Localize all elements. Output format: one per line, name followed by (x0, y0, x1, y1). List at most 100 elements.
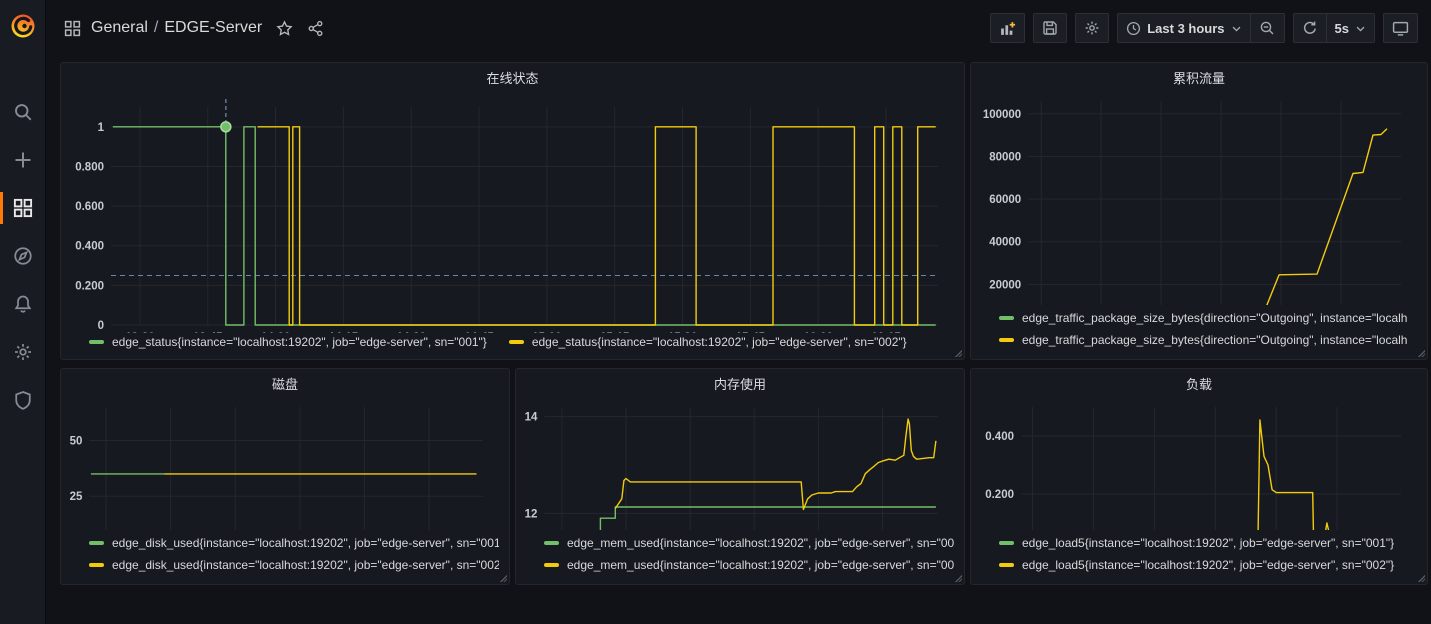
grafana-logo-icon (8, 11, 38, 41)
panel-traffic: 累积流量 13:3014:0014:3015:0015:3016:0002000… (970, 62, 1428, 360)
panel-title[interactable]: 累积流量 (971, 63, 1427, 91)
legend-item[interactable]: edge_status{instance="localhost:19202", … (509, 335, 907, 349)
online-status-chart[interactable]: 13:3013:4514:0014:1514:3014:4515:0015:15… (61, 91, 964, 333)
share-dashboard-button[interactable] (307, 20, 324, 37)
grid-lines (1028, 101, 1401, 305)
grid-lines (544, 407, 938, 530)
legend-item[interactable]: edge_disk_used{instance="localhost:19202… (89, 532, 499, 554)
sidebar-item-search[interactable] (0, 88, 45, 136)
star-dashboard-button[interactable] (276, 20, 293, 37)
panel-legend: edge_disk_used{instance="localhost:19202… (61, 530, 509, 584)
legend-series-name: edge_disk_used{instance="localhost:19202… (112, 558, 499, 572)
share-icon (307, 20, 324, 37)
panel-title[interactable]: 内存使用 (516, 369, 964, 397)
svg-text:0.400: 0.400 (985, 431, 1014, 443)
legend-item[interactable]: edge_mem_used{instance="localhost:19202"… (544, 554, 954, 576)
add-panel-button[interactable] (990, 13, 1025, 43)
refresh-interval-label: 5s (1335, 21, 1349, 36)
svg-text:40000: 40000 (989, 237, 1021, 249)
legend-series-name: edge_mem_used{instance="localhost:19202"… (567, 558, 954, 572)
panel-resize-handle[interactable] (1417, 574, 1425, 582)
panel-resize-handle[interactable] (1417, 349, 1425, 357)
zoom-out-icon (1259, 20, 1275, 36)
svg-text:14: 14 (525, 412, 538, 424)
y-axis-labels: 02550 (70, 435, 83, 530)
time-picker-button[interactable]: Last 3 hours (1117, 13, 1250, 43)
apps-grid-icon (64, 20, 81, 37)
sidebar-item-explore[interactable] (0, 232, 45, 280)
refresh-icon (1302, 20, 1318, 36)
panel-legend: edge_traffic_package_size_bytes{directio… (971, 305, 1427, 359)
svg-text:15:30: 15:30 (668, 332, 697, 333)
sidebar-item-alerting[interactable] (0, 280, 45, 328)
panel-resize-handle[interactable] (954, 574, 962, 582)
refresh-interval-dropdown[interactable]: 5s (1327, 13, 1375, 43)
legend-series-name: edge_load5{instance="localhost:19202", j… (1022, 558, 1394, 572)
star-icon (276, 20, 293, 37)
breadcrumb-separator: / (148, 19, 164, 36)
svg-text:14:15: 14:15 (329, 332, 359, 333)
zoom-out-button[interactable] (1251, 13, 1285, 43)
traffic-plot[interactable]: 13:3014:0014:3015:0015:3016:000200004000… (971, 91, 1427, 305)
svg-text:15:00: 15:00 (532, 332, 561, 333)
sidebar-item-create[interactable] (0, 136, 45, 184)
breadcrumb-dashboard[interactable]: EDGE-Server (164, 19, 262, 36)
search-icon (13, 102, 33, 122)
svg-text:0.800: 0.800 (75, 161, 104, 173)
panel-title[interactable]: 负载 (971, 369, 1427, 397)
disk-plot[interactable]: 13:3014:0014:3015:0015:3016:0002550 (61, 397, 509, 530)
legend-series-name: edge_traffic_package_size_bytes{directio… (1022, 311, 1407, 325)
svg-text:0: 0 (98, 320, 104, 332)
grafana-logo[interactable] (0, 0, 46, 52)
legend-item[interactable]: edge_mem_used{instance="localhost:19202"… (544, 532, 954, 554)
save-dashboard-button[interactable] (1033, 13, 1067, 43)
add-panel-icon (999, 20, 1016, 37)
disk-chart[interactable]: 13:3014:0014:3015:0015:3016:0002550 (61, 397, 509, 530)
legend-series-name: edge_load5{instance="localhost:19202", j… (1022, 536, 1394, 550)
time-range-label: Last 3 hours (1147, 21, 1224, 36)
legend-series-name: edge_traffic_package_size_bytes{directio… (1022, 333, 1407, 347)
sidebar-item-server-admin[interactable] (0, 376, 45, 424)
panel-legend: edge_mem_used{instance="localhost:19202"… (516, 530, 964, 584)
legend-series-color (999, 338, 1014, 342)
legend-item[interactable]: edge_load5{instance="localhost:19202", j… (999, 532, 1417, 554)
traffic-chart[interactable]: 13:3014:0014:3015:0015:3016:000200004000… (971, 91, 1427, 305)
online-status-plot[interactable]: 13:3013:4514:0014:1514:3014:4515:0015:15… (61, 91, 964, 333)
refresh-button[interactable] (1293, 13, 1327, 43)
panel-disk: 磁盘 13:3014:0014:3015:0015:3016:0002550 e… (60, 368, 510, 585)
legend-series-name: edge_mem_used{instance="localhost:19202"… (567, 536, 954, 550)
svg-text:16:15: 16:15 (871, 332, 901, 333)
sidebar-item-configuration[interactable] (0, 328, 45, 376)
svg-text:15:45: 15:45 (736, 332, 766, 333)
svg-text:50: 50 (70, 435, 83, 447)
panel-memory: 内存使用 13:3014:0014:3015:0015:3016:001214 … (515, 368, 965, 585)
series-yellow-line (258, 127, 936, 325)
annotation-marker[interactable] (221, 122, 231, 132)
legend-item[interactable]: edge_load5{instance="localhost:19202", j… (999, 554, 1417, 576)
legend-item[interactable]: edge_traffic_package_size_bytes{directio… (999, 329, 1417, 351)
breadcrumb[interactable]: General/EDGE-Server (91, 19, 262, 37)
legend-series-color (544, 563, 559, 567)
load-chart[interactable]: 13:3014:0014:3015:0015:3016:0000.2000.40… (971, 397, 1427, 530)
load-plot[interactable]: 13:3014:0014:3015:0015:3016:0000.2000.40… (971, 397, 1427, 530)
panel-legend: edge_status{instance="localhost:19202", … (61, 333, 964, 359)
legend-item[interactable]: edge_disk_used{instance="localhost:19202… (89, 554, 499, 576)
legend-item[interactable]: edge_status{instance="localhost:19202", … (89, 335, 487, 349)
cycle-view-mode-button[interactable] (1383, 13, 1418, 43)
svg-text:0.200: 0.200 (75, 280, 104, 292)
dashboard-settings-button[interactable] (1075, 13, 1109, 43)
panel-title[interactable]: 在线状态 (61, 63, 964, 91)
x-axis-labels: 13:3013:4514:0014:1514:3014:4515:0015:15… (125, 332, 901, 333)
breadcrumb-folder[interactable]: General (91, 19, 148, 36)
memory-chart[interactable]: 13:3014:0014:3015:0015:3016:001214 (516, 397, 964, 530)
panel-resize-handle[interactable] (954, 349, 962, 357)
svg-text:13:30: 13:30 (125, 332, 154, 333)
legend-item[interactable]: edge_traffic_package_size_bytes{directio… (999, 307, 1417, 329)
dashboard-header: General/EDGE-Server Last 3 hours (46, 0, 1431, 56)
panel-title[interactable]: 磁盘 (61, 369, 509, 397)
panel-resize-handle[interactable] (499, 574, 507, 582)
svg-text:1: 1 (98, 122, 105, 134)
sidebar-item-dashboards[interactable] (0, 184, 45, 232)
gear-icon (1084, 20, 1100, 36)
memory-plot[interactable]: 13:3014:0014:3015:0015:3016:001214 (516, 397, 964, 530)
